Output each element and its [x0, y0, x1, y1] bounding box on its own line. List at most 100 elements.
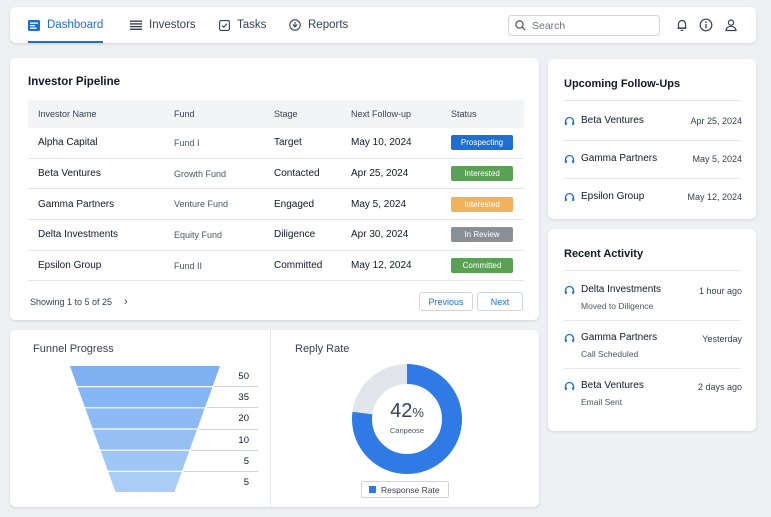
analytics-card: Funnel Progress 50 35 20 10 5 5 Reply Rate 42…: [10, 330, 539, 507]
nav-tab-label: Tasks: [237, 19, 267, 31]
followup-name: Gamma Partners: [581, 153, 658, 164]
legend-swatch: [369, 486, 376, 493]
reports-icon: [289, 19, 301, 31]
nav-tab-investors[interactable]: Investors: [130, 7, 196, 43]
investor-name[interactable]: Epsilon Group: [38, 251, 101, 281]
column-header[interactable]: Status: [451, 100, 477, 128]
table-row[interactable]: Delta Investments Equity Fund Diligence …: [28, 220, 524, 251]
stage: Contacted: [274, 168, 320, 180]
stage: Target: [274, 137, 302, 149]
funnel-divider: [199, 428, 258, 430]
status-cell: Prospecting: [451, 128, 513, 158]
status-badge[interactable]: Interested: [451, 166, 513, 182]
nav-tab-reports[interactable]: Reports: [289, 7, 348, 43]
column-header[interactable]: Stage: [274, 100, 298, 128]
table-header: Investor Name Fund Stage Next Follow-up …: [28, 100, 524, 128]
investor-pipeline-card: Investor Pipeline Investor Name Fund Sta…: [10, 58, 539, 320]
info-icon[interactable]: [699, 18, 713, 32]
investor-name[interactable]: Gamma Partners: [38, 189, 114, 219]
task-icon: [219, 19, 230, 31]
next-followup: May 5, 2024: [351, 198, 407, 210]
headset-icon: [564, 333, 575, 342]
status-cell: Committed: [451, 251, 513, 281]
divider: [564, 368, 741, 369]
search-box[interactable]: [508, 15, 660, 36]
nav-tab-dashboard[interactable]: Dashboard: [28, 7, 104, 43]
headset-icon: [564, 116, 575, 125]
funnel-segment[interactable]: [93, 429, 197, 450]
followup-name: Beta Ventures: [581, 115, 644, 126]
table-row[interactable]: Epsilon Group Fund II Committed May 12, …: [28, 251, 524, 282]
table-row[interactable]: Gamma Partners Venture Fund Engaged May …: [28, 189, 524, 221]
funnel-divider: [214, 386, 258, 388]
chevron-right-icon[interactable]: ›: [124, 296, 128, 308]
donut-percent-sign: %: [412, 405, 424, 420]
status-cell: Interested: [451, 159, 513, 189]
funnel-value: 50: [238, 371, 249, 382]
investor-name[interactable]: Delta Investments: [38, 220, 118, 250]
nav-tab-label: Dashboard: [47, 19, 104, 31]
funnel-divider: [191, 449, 258, 451]
funnel-value: 5: [243, 455, 249, 467]
headset-icon: [564, 381, 575, 390]
stage: Diligence: [274, 229, 316, 241]
table-row[interactable]: Beta Ventures Growth Fund Contacted Apr …: [28, 159, 524, 190]
activity-name: Gamma Partners: [581, 332, 658, 343]
activity-detail: Moved to Diligence: [581, 301, 654, 311]
stage: Committed: [274, 260, 323, 272]
column-header[interactable]: Fund: [174, 100, 195, 128]
next-followup: Apr 30, 2024: [351, 229, 409, 241]
funnel-segment[interactable]: [70, 366, 220, 386]
followup-name: Epsilon Group: [581, 191, 645, 202]
next-button[interactable]: Next: [477, 292, 523, 311]
fund-name: Equity Fund: [174, 229, 223, 240]
table-row[interactable]: Alpha Capital Fund I Target May 10, 2024…: [28, 128, 524, 159]
user-icon[interactable]: [724, 18, 738, 32]
reply-rate-legend[interactable]: Response Rate: [361, 481, 449, 498]
activity-time: 1 hour ago: [698, 286, 742, 296]
recent-activity-card: Recent Activity Delta Investments 1 hour…: [548, 229, 756, 431]
status-badge[interactable]: Prospecting: [451, 135, 513, 151]
status-badge[interactable]: Interested: [451, 196, 513, 212]
funnel-value: 20: [238, 413, 249, 425]
activity-title: Recent Activity: [564, 248, 644, 260]
nav-tab-tasks[interactable]: Tasks: [219, 7, 266, 43]
followup-date: May 5, 2024: [692, 154, 742, 164]
status-cell: Interested: [451, 189, 513, 219]
activity-detail: Email Sent: [581, 397, 623, 407]
status-badge[interactable]: In Review: [451, 227, 513, 243]
investor-name[interactable]: Alpha Capital: [38, 128, 97, 158]
followup-date: Apr 25, 2024: [690, 116, 742, 126]
funnel-value: 10: [238, 434, 249, 446]
followups-card: Upcoming Follow-Ups Beta Ventures Apr 25…: [548, 59, 756, 219]
followup-date: May 12, 2024: [687, 192, 742, 202]
search-icon: [515, 20, 526, 31]
funnel-segment[interactable]: [77, 387, 213, 408]
investor-name[interactable]: Beta Ventures: [38, 159, 101, 189]
column-header[interactable]: Next Follow-up: [351, 100, 411, 128]
funnel-segment[interactable]: [100, 450, 190, 471]
dashboard-icon: [28, 19, 40, 31]
status-badge[interactable]: Committed: [451, 258, 513, 274]
next-followup: May 10, 2024: [351, 137, 412, 149]
donut-percent: 42: [390, 400, 413, 422]
funnel-divider: [183, 471, 258, 472]
activity-time: 2 days ago: [697, 382, 742, 392]
legend-label: Response Rate: [381, 484, 440, 495]
divider: [564, 100, 741, 101]
status-cell: In Review: [451, 220, 513, 250]
activity-name: Delta Investments: [581, 284, 662, 295]
bell-icon[interactable]: [675, 18, 689, 32]
top-nav: Dashboard Investors Tasks Reports: [10, 7, 756, 43]
reply-rate-title: Reply Rate: [295, 343, 350, 355]
column-header[interactable]: Investor Name: [38, 100, 97, 128]
next-followup: May 12, 2024: [351, 260, 412, 272]
search-input[interactable]: [532, 19, 652, 32]
funnel-divider: [206, 407, 258, 409]
funnel-segment[interactable]: [85, 408, 205, 429]
activity-name: Beta Ventures: [581, 380, 644, 391]
fund-name: Growth Fund: [174, 168, 227, 179]
funnel-segment[interactable]: [108, 472, 182, 492]
previous-button[interactable]: Previous: [419, 292, 473, 311]
divider: [564, 320, 741, 321]
